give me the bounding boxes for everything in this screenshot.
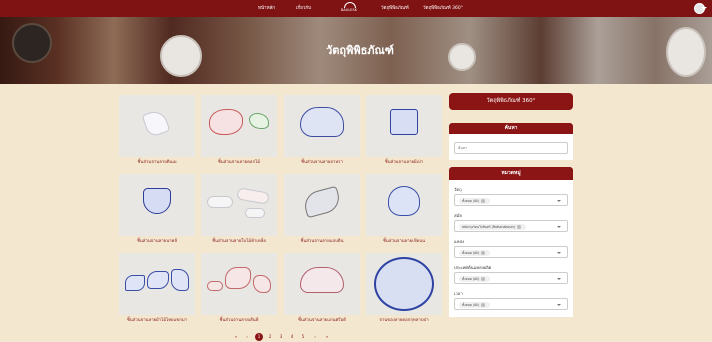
filter-label-object: วัตถุ (454, 187, 462, 192)
banner-plate-image (666, 27, 706, 77)
object-card[interactable]: ชิ้นส่วนจานลายนาคลี (119, 174, 195, 247)
remove-tag-icon[interactable] (481, 251, 486, 255)
filter-tag-text: สมัยกรุงรัตนโกสินทร์ (Rattanakosin) (462, 225, 515, 229)
category-panel: หมวดหมู่ วัตถุ ทั้งหมด (All) สมัย สมัยกร… (449, 167, 573, 317)
object-card[interactable]: ชิ้นส่วนจานลายดินเผ (119, 95, 195, 168)
object-caption[interactable]: ชิ้นส่วนจานลายใบไม้ห้าเหลี่ย (201, 237, 277, 247)
site-logo-text: BAULESK (340, 8, 358, 12)
object-caption[interactable]: ชิ้นส่วนจานลายผีเป่า (366, 158, 442, 168)
filter-label-origin-country: ประเทศต้นแหล่งผลิต (454, 265, 492, 270)
object-image[interactable] (201, 95, 277, 157)
nav-link-objects-360[interactable]: วัตถุพิพิธภัณฑ์ 360° (423, 0, 463, 17)
object-card[interactable]: ชิ้นส่วนจานลายเขียนน (366, 174, 442, 247)
filter-tag: ทั้งหมด (All) (459, 276, 491, 282)
objects-360-button[interactable]: วัตถุพิพิธภัณฑ์ 360° (449, 93, 573, 110)
category-panel-title: หมวดหมู่ (449, 167, 573, 180)
search-panel-title: ค้นหา (449, 123, 573, 134)
search-panel: ค้นหา (449, 123, 573, 160)
filter-tag: ทั้งหมด (All) (459, 302, 491, 308)
filter-select-object[interactable]: ทั้งหมด (All) (454, 194, 568, 206)
banner-plate-image (160, 35, 202, 77)
object-card[interactable]: ชิ้นส่วนจานลายผ้าไม้ไทยแขกมา (119, 253, 195, 326)
filter-label-time: เวลา (454, 291, 463, 296)
banner-plate-image (448, 43, 476, 71)
pagination-first[interactable]: « (232, 333, 240, 341)
object-caption[interactable]: ชิ้นส่วนจานลายอาหรา (284, 158, 360, 168)
nav-link-home[interactable]: หน้าหลัก (258, 0, 275, 17)
object-image[interactable] (284, 95, 360, 157)
banner-plate-image (12, 23, 52, 63)
object-card[interactable]: ชิ้นส่วนจานลายผีเป่า (366, 95, 442, 168)
filter-label-source: แหล่ง (454, 239, 465, 244)
pagination-last[interactable]: » (323, 333, 331, 341)
pagination-prev[interactable]: ‹ (243, 333, 251, 341)
object-image[interactable] (119, 174, 195, 236)
filter-label-period: สมัย (454, 213, 462, 218)
filter-tag-text: ทั้งหมด (All) (462, 251, 480, 255)
object-image[interactable] (119, 95, 195, 157)
filter-tag-text: ทั้งหมด (All) (462, 199, 480, 203)
pagination-next[interactable]: › (311, 333, 319, 341)
top-navbar: หน้าหลัก เกี่ยวกับ BAULESK วัตถุพิพิธภัณ… (0, 0, 712, 17)
pagination-page[interactable]: 3 (277, 333, 285, 341)
object-card[interactable]: ชิ้นส่วนจานลายใบไม้ห้าเหลี่ย (201, 174, 277, 247)
filter-select-time[interactable]: ทั้งหมด (All) (454, 298, 568, 310)
remove-tag-icon[interactable] (481, 303, 486, 307)
object-image[interactable] (201, 174, 277, 236)
object-caption[interactable]: ชิ้นส่วนจานลายเส้นดี (201, 316, 277, 326)
filter-tag: ทั้งหมด (All) (459, 198, 491, 204)
remove-tag-icon[interactable] (516, 225, 521, 229)
site-logo[interactable]: BAULESK (340, 2, 358, 15)
object-caption[interactable]: ชิ้นส่วนจานลายแกนศรีอดี (284, 316, 360, 326)
page-title: วัตถุพิพิธภัณฑ์ (326, 44, 394, 57)
remove-tag-icon[interactable] (481, 199, 486, 203)
filter-tag-text: ทั้งหมด (All) (462, 277, 480, 281)
chevron-down-icon (557, 278, 561, 280)
filter-tag-text: ทั้งหมด (All) (462, 303, 480, 307)
chevron-down-icon (557, 200, 561, 202)
object-image[interactable] (366, 174, 442, 236)
pagination-page[interactable]: 4 (288, 333, 296, 341)
object-image[interactable] (119, 253, 195, 315)
remove-tag-icon[interactable] (481, 277, 486, 281)
object-caption[interactable]: ชิ้นส่วนจานลายผ้าไม้ไทยแขกมา (119, 316, 195, 326)
object-caption[interactable]: ชิ้นส่วนจานลายนาคลี (119, 237, 195, 247)
object-caption[interactable]: ชิ้นส่วนจานลายดอกไม้ (201, 158, 277, 168)
object-card[interactable]: ชิ้นส่วนจานลายแถบดิน (284, 174, 360, 247)
filter-select-period[interactable]: สมัยกรุงรัตนโกสินทร์ (Rattanakosin) (454, 220, 568, 232)
object-caption[interactable]: ชิ้นส่วนจานลายแถบดิน (284, 237, 360, 247)
object-card[interactable]: ชิ้นส่วนจานลายดอกไม้ (201, 95, 277, 168)
object-image[interactable] (201, 253, 277, 315)
object-caption[interactable]: ชิ้นส่วนจานลายดินเผ (119, 158, 195, 168)
filter-select-source[interactable]: ทั้งหมด (All) (454, 246, 568, 258)
chevron-down-icon (557, 226, 561, 228)
search-input[interactable] (454, 142, 568, 154)
nav-link-about[interactable]: เกี่ยวกับ (296, 0, 311, 17)
pagination-page[interactable]: 2 (266, 333, 274, 341)
object-card[interactable]: ชิ้นส่วนจานลายอาหรา (284, 95, 360, 168)
object-image[interactable] (366, 253, 442, 315)
hero-banner: วัตถุพิพิธภัณฑ์ (0, 17, 712, 84)
filter-tag: สมัยกรุงรัตนโกสินทร์ (Rattanakosin) (459, 224, 526, 230)
chevron-down-icon (557, 252, 561, 254)
nav-link-objects[interactable]: วัตถุพิพิธภัณฑ์ (381, 0, 409, 17)
object-card[interactable]: ชิ้นส่วนจานลายแกนศรีอดี (284, 253, 360, 326)
object-caption[interactable]: ชิ้นส่วนจานลายเขียนน (366, 237, 442, 247)
filter-select-origin-country[interactable]: ทั้งหมด (All) (454, 272, 568, 284)
filter-tag: ทั้งหมด (All) (459, 250, 491, 256)
pagination-page[interactable]: 1 (255, 333, 263, 341)
object-image[interactable] (284, 174, 360, 236)
object-image[interactable] (284, 253, 360, 315)
user-avatar-icon[interactable] (694, 3, 707, 14)
object-card[interactable]: จานของลายดอกกุหลาบป่า (366, 253, 442, 326)
object-card[interactable]: ชิ้นส่วนจานลายเส้นดี (201, 253, 277, 326)
object-image[interactable] (366, 95, 442, 157)
pagination-page[interactable]: 5 (299, 333, 307, 341)
object-caption[interactable]: จานของลายดอกกุหลาบป่า (366, 316, 442, 326)
chevron-down-icon (557, 304, 561, 306)
